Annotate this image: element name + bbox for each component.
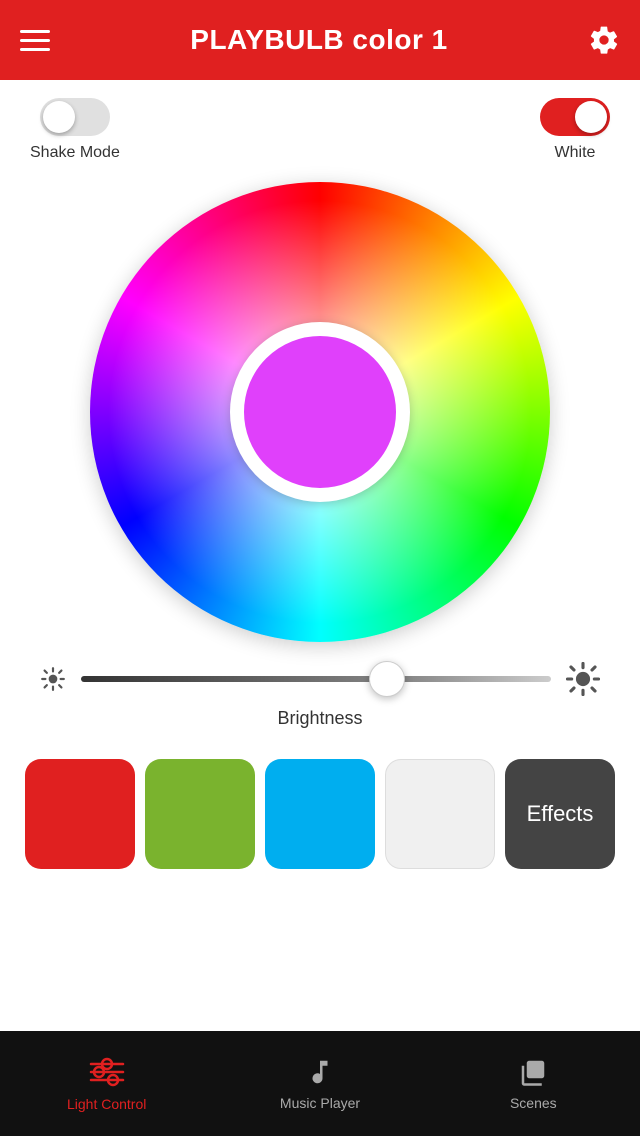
shake-mode-toggle[interactable] [40,98,110,136]
tab-scenes[interactable]: Scenes [427,1057,640,1111]
color-wheel[interactable] [90,182,550,642]
effects-label: Effects [527,801,594,827]
tab-scenes-label: Scenes [510,1095,557,1111]
swatch-effects[interactable]: Effects [505,759,615,869]
menu-button[interactable] [20,30,50,51]
tab-music-player[interactable]: Music Player [213,1057,426,1111]
white-toggle-knob [575,101,607,133]
shake-mode-label: Shake Mode [30,144,120,162]
brightness-track[interactable] [81,676,551,682]
brightness-section: Brightness [0,662,640,739]
tab-light-control[interactable]: Light Control [0,1056,213,1112]
light-control-icon [89,1056,125,1088]
swatch-green[interactable] [145,759,255,869]
swatch-red[interactable] [25,759,135,869]
tab-light-control-label: Light Control [67,1096,146,1112]
shake-mode-knob [43,101,75,133]
settings-icon[interactable] [588,24,620,56]
white-toggle-label: White [555,144,596,162]
app-title: PLAYBULB color 1 [190,24,447,56]
shake-mode-group: Shake Mode [30,98,120,162]
brightness-max-icon [566,662,600,696]
tab-music-player-label: Music Player [280,1095,360,1111]
toggles-row: Shake Mode White [0,80,640,172]
color-wheel-container [0,172,640,662]
brightness-thumb[interactable] [369,661,405,697]
app-header: PLAYBULB color 1 [0,0,640,80]
brightness-min-icon [40,666,66,692]
scenes-icon [518,1057,548,1087]
swatch-white[interactable] [385,759,495,869]
music-player-icon [305,1057,335,1087]
swatch-blue[interactable] [265,759,375,869]
brightness-slider-row [40,662,600,696]
swatches-row: Effects [0,739,640,889]
white-toggle-group: White [540,98,610,162]
tab-bar: Light Control Music Player Scenes [0,1031,640,1136]
color-wheel-center[interactable] [230,322,410,502]
white-toggle[interactable] [540,98,610,136]
brightness-label: Brightness [40,708,600,729]
